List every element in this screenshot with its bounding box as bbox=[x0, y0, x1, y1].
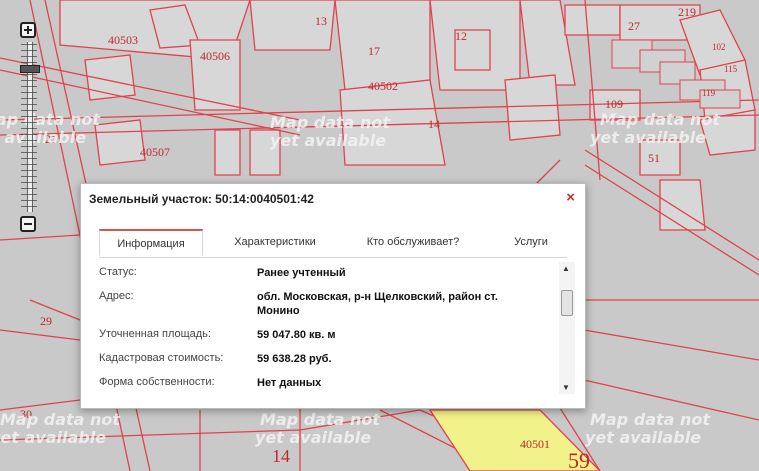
scroll-up-icon[interactable]: ▲ bbox=[562, 264, 570, 273]
tab-services[interactable]: Услуги bbox=[495, 229, 567, 256]
plot-label: 115 bbox=[724, 64, 738, 74]
no-data-watermark: yet available bbox=[590, 128, 706, 147]
plot-label: 14 bbox=[428, 117, 440, 131]
row-label: Форма собственности: bbox=[99, 376, 215, 388]
zoom-out-button[interactable] bbox=[20, 216, 36, 232]
no-data-watermark: Map data not bbox=[260, 410, 381, 429]
row-value: обл. Московская, р-н Щелковский, район с… bbox=[257, 291, 498, 317]
plus-icon-vertical bbox=[27, 26, 29, 34]
no-data-watermark: Map data not bbox=[0, 110, 101, 129]
parcel-label: 40507 bbox=[140, 145, 170, 159]
row-value: Нет данных bbox=[257, 377, 322, 389]
row-label: Адрес: bbox=[99, 290, 134, 302]
scroll-down-icon[interactable]: ▼ bbox=[562, 383, 570, 392]
info-panel: Статус: Ранее учтенный Адрес: обл. Моско… bbox=[99, 258, 575, 398]
tab-characteristics[interactable]: Характеристики bbox=[211, 229, 339, 256]
row-label: Уточненная площадь: bbox=[99, 328, 211, 340]
plot-label: 13 bbox=[315, 14, 327, 28]
no-data-watermark: Map data not bbox=[0, 410, 121, 429]
zoom-in-button[interactable] bbox=[20, 22, 36, 38]
plot-label: 109 bbox=[605, 97, 623, 111]
close-icon[interactable]: × bbox=[566, 189, 575, 206]
row-value: 59 638.28 руб. bbox=[257, 353, 332, 365]
plot-label: 12 bbox=[455, 29, 467, 43]
plot-label: 219 bbox=[678, 5, 696, 19]
row-label: Кадастровая стоимость: bbox=[99, 352, 224, 364]
zoom-slider-handle[interactable] bbox=[20, 65, 40, 73]
parcel-label: 40506 bbox=[200, 49, 230, 63]
row-value: 59 047.80 кв. м bbox=[257, 329, 336, 341]
plot-label: 119 bbox=[702, 88, 716, 98]
scrollbar[interactable]: ▲ ▼ bbox=[559, 262, 575, 394]
popup-title: Земельный участок: 50:14:0040501:42 bbox=[89, 192, 314, 206]
no-data-watermark: Map data not bbox=[590, 410, 711, 429]
no-data-watermark: yet available bbox=[255, 428, 371, 447]
plot-label: 14 bbox=[272, 446, 290, 466]
plot-label: 17 bbox=[368, 44, 380, 58]
no-data-watermark: yet available bbox=[585, 428, 701, 447]
scroll-thumb[interactable] bbox=[561, 290, 573, 316]
row-label: Статус: bbox=[99, 266, 137, 278]
parcel-label: 40503 bbox=[108, 33, 138, 47]
plot-label: 29 bbox=[40, 314, 52, 328]
plot-label: 59 bbox=[568, 448, 590, 471]
tab-info[interactable]: Информация bbox=[99, 229, 203, 256]
no-data-watermark: Map data not bbox=[270, 113, 391, 132]
zoom-control bbox=[20, 22, 40, 232]
plot-label: 102 bbox=[712, 42, 726, 52]
minus-icon bbox=[24, 223, 32, 225]
popup-tabs: Информация Характеристики Кто обслуживае… bbox=[99, 229, 567, 258]
no-data-watermark: yet available bbox=[270, 131, 386, 150]
no-data-watermark: yet available bbox=[0, 428, 106, 447]
tab-who-serves[interactable]: Кто обслуживает? bbox=[349, 229, 477, 256]
row-value: Ранее учтенный bbox=[257, 267, 346, 279]
parcel-info-popup: Земельный участок: 50:14:0040501:42 × Ин… bbox=[80, 183, 586, 409]
plot-label: 27 bbox=[628, 19, 640, 33]
parcel-label: 40502 bbox=[368, 79, 398, 93]
no-data-watermark: Map data not bbox=[600, 110, 721, 129]
no-data-watermark: yet available bbox=[0, 128, 86, 147]
plot-label: 51 bbox=[648, 151, 660, 165]
parcel-label: 40501 bbox=[520, 437, 550, 451]
